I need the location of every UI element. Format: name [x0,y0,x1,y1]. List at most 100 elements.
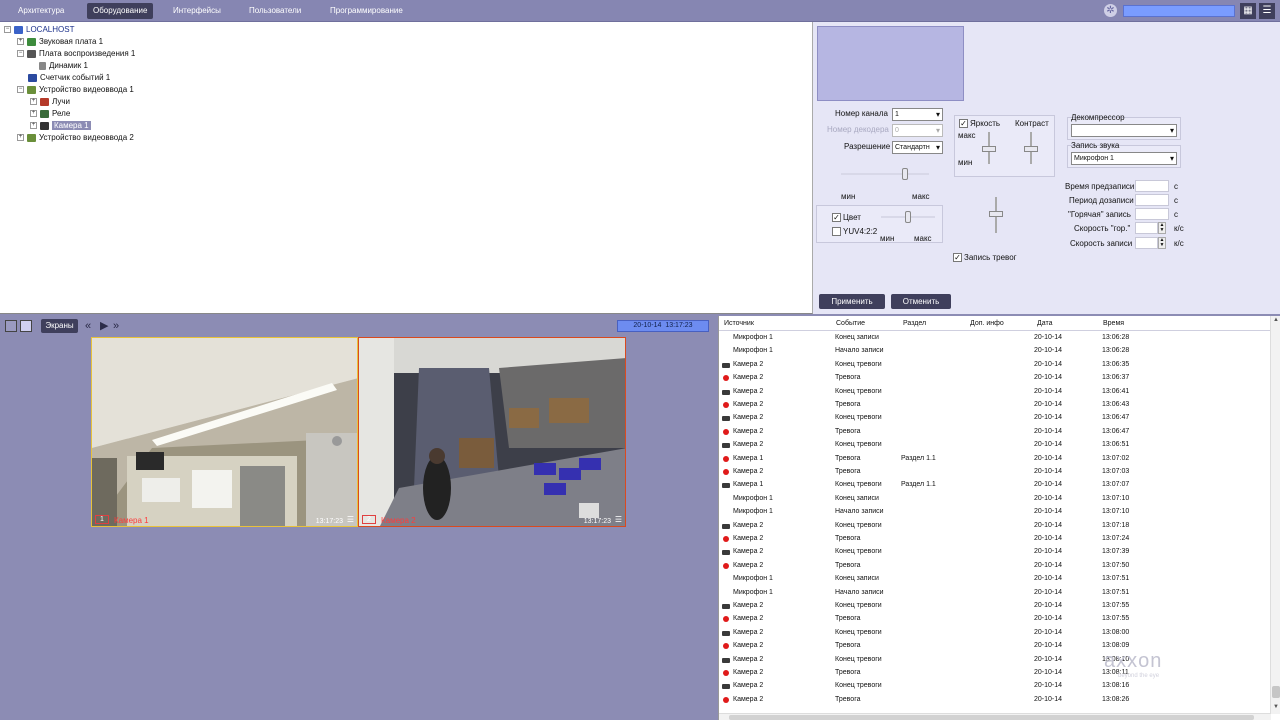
expand-icon[interactable]: + [30,122,37,130]
event-row[interactable]: Камера 2 Тревога 20-10-14 13:08:11 [719,667,1271,680]
column-time[interactable]: Время [1103,320,1124,327]
color-slider-thumb[interactable] [905,211,911,223]
event-row[interactable]: Камера 2 Конец тревоги 20-10-14 13:08:00 [719,627,1271,640]
scroll-thumb[interactable] [729,715,1254,720]
event-row[interactable]: Микрофон 1 Конец записи 20-10-14 13:07:10 [719,493,1271,506]
event-row[interactable]: Камера 2 Конец тревоги 20-10-14 13:06:35 [719,359,1271,372]
tree-node-sound-card[interactable]: + Звуковая плата 1 [17,36,103,48]
scroll-up-icon[interactable]: ▲ [1272,317,1280,325]
channel-select[interactable]: 1 [892,108,943,121]
yuv-label: YUV4:2:2 [843,227,878,236]
event-row[interactable]: Камера 1 Тревога Раздел 1.1 20-10-14 13:07:0… [719,453,1271,466]
events-horizontal-scrollbar[interactable] [719,713,1271,720]
event-row[interactable]: Камера 2 Тревога 20-10-14 13:06:43 [719,399,1271,412]
column-source[interactable]: Источник [724,320,754,327]
tab-programming[interactable]: Программирование [324,3,409,19]
hot-speed-input[interactable] [1135,222,1158,234]
event-row[interactable]: Камера 2 Конец тревоги 20-10-14 13:06:41 [719,386,1271,399]
event-row[interactable]: Микрофон 1 Конец записи 20-10-14 13:07:51 [719,573,1271,586]
events-vertical-scrollbar[interactable]: ▲ ▼ [1270,316,1280,714]
decompressor-select[interactable] [1071,124,1177,137]
settings-gear-icon[interactable]: ✲ [1104,4,1117,17]
rewind-icon[interactable]: « [85,319,91,333]
alarm-record-checkbox[interactable]: ✓ [953,253,962,262]
grid-view-icon[interactable]: ▦ [1240,3,1256,19]
apply-button[interactable]: Применить [819,294,885,309]
tab-users[interactable]: Пользователи [243,3,307,19]
hot-record-input[interactable] [1135,208,1169,220]
sound-record-select[interactable]: Микрофон 1 [1071,152,1177,165]
tab-interfaces[interactable]: Интерфейсы [167,3,227,19]
tree-node-event-counter[interactable]: Счетчик событий 1 [28,72,110,84]
camera-tile-1[interactable]: 1 Камера 1 13:17:23 ☰ [91,337,358,527]
tree-node-localhost[interactable]: − LOCALHOST [4,24,74,36]
event-row[interactable]: Камера 2 Конец тревоги 20-10-14 13:08:10 [719,654,1271,667]
tree-node-relay[interactable]: + Реле [30,108,70,120]
expand-icon[interactable]: + [17,38,24,46]
tree-node-rays[interactable]: + Лучи [30,96,70,108]
event-row[interactable]: Камера 2 Тревога 20-10-14 13:06:37 [719,372,1271,385]
resolution-select[interactable]: Стандартн [892,141,943,154]
event-row[interactable]: Камера 2 Тревога 20-10-14 13:07:50 [719,560,1271,573]
column-date[interactable]: Дата [1037,320,1053,327]
event-row[interactable]: Камера 1 Конец тревоги Раздел 1.1 20-10-14 1… [719,479,1271,492]
event-row[interactable]: Камера 2 Тревога 20-10-14 13:08:26 [719,694,1271,707]
camera-tile-2[interactable]: 2 Камера 2 13:17:23 ☰ [358,337,626,527]
single-view-icon[interactable] [5,320,17,332]
event-row[interactable]: Камера 2 Тревога 20-10-14 13:07:24 [719,533,1271,546]
yuv-checkbox[interactable] [832,227,841,236]
event-row[interactable]: Микрофон 1 Начало записи 20-10-14 13:07:10 [719,506,1271,519]
tree-node-video-device-2[interactable]: + Устройство видеоввода 2 [17,132,134,144]
color-checkbox[interactable]: ✓ [832,213,841,222]
brightness-slider-thumb[interactable] [982,146,996,152]
event-row[interactable]: Камера 2 Конец тревоги 20-10-14 13:08:16 [719,680,1271,693]
column-event[interactable]: Событие [836,320,865,327]
extra-slider-thumb[interactable] [989,211,1003,217]
camera-menu-icon[interactable]: ☰ [347,516,354,524]
tree-node-video-device-1[interactable]: − Устройство видеоввода 1 [17,84,134,96]
event-row[interactable]: Камера 2 Тревога 20-10-14 13:07:55 [719,613,1271,626]
event-row[interactable]: Камера 2 Конец тревоги 20-10-14 13:07:39 [719,546,1271,559]
record-speed-input[interactable] [1135,237,1158,249]
postrecord-input[interactable] [1135,194,1169,206]
prerecord-input[interactable] [1135,180,1169,192]
tree-node-playback-card[interactable]: − Плата воспроизведения 1 [17,48,135,60]
event-row[interactable]: Камера 2 Тревога 20-10-14 13:07:03 [719,466,1271,479]
quad-view-icon[interactable] [20,320,32,332]
play-icon[interactable]: ▶ [100,319,108,333]
event-row[interactable]: Камера 2 Конец тревоги 20-10-14 13:06:51 [719,439,1271,452]
resolution-slider-thumb[interactable] [902,168,908,180]
event-row[interactable]: Камера 2 Конец тревоги 20-10-14 13:06:47 [719,412,1271,425]
scroll-down-icon[interactable]: ▼ [1272,704,1280,712]
scroll-thumb[interactable] [1272,686,1280,698]
menu-icon[interactable]: ☰ [1259,3,1275,19]
expand-icon[interactable]: + [30,98,37,106]
cancel-button[interactable]: Отменить [891,294,951,309]
column-extra-info[interactable]: Доп. инфо [970,320,1004,327]
column-section[interactable]: Раздел [903,320,926,327]
event-row[interactable]: Микрофон 1 Начало записи 20-10-14 13:07:51 [719,587,1271,600]
tree-node-camera-1[interactable]: + Камера 1 [30,120,91,132]
record-speed-spinner-icon[interactable]: ▲ ▼ [1158,237,1166,249]
expand-icon[interactable]: + [17,134,24,142]
tab-hardware[interactable]: Оборудование [87,3,154,19]
screens-button[interactable]: Экраны [41,319,78,333]
hot-speed-spinner-icon[interactable]: ▲ ▼ [1158,222,1166,234]
brightness-checkbox[interactable]: ✓ [959,119,968,128]
collapse-icon[interactable]: − [17,50,24,58]
event-row[interactable]: Камера 2 Конец тревоги 20-10-14 13:07:55 [719,600,1271,613]
event-row[interactable]: Камера 2 Тревога 20-10-14 13:06:47 [719,426,1271,439]
collapse-icon[interactable]: − [17,86,24,94]
event-row[interactable]: Микрофон 1 Начало записи 20-10-14 13:06:28 [719,345,1271,358]
search-input[interactable] [1123,5,1235,17]
fast-forward-icon[interactable]: » [113,319,119,333]
event-row[interactable]: Камера 2 Конец тревоги 20-10-14 13:07:18 [719,520,1271,533]
expand-icon[interactable]: + [30,110,37,118]
event-row[interactable]: Камера 2 Тревога 20-10-14 13:08:09 [719,640,1271,653]
contrast-slider-thumb[interactable] [1024,146,1038,152]
event-row[interactable]: Микрофон 1 Конец записи 20-10-14 13:06:28 [719,332,1271,345]
camera-menu-icon[interactable]: ☰ [615,516,622,524]
tab-architecture[interactable]: Архитектура [12,3,70,19]
tree-node-speaker[interactable]: Динамик 1 [39,60,88,72]
collapse-icon[interactable]: − [4,26,11,34]
